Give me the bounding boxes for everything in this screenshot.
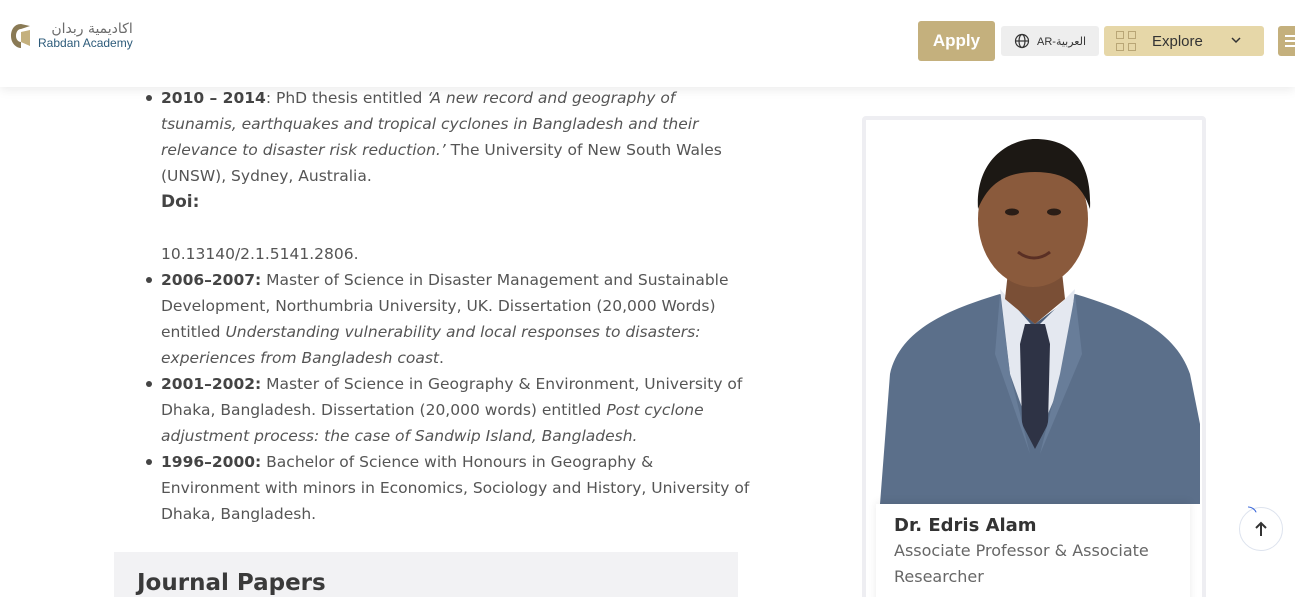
scroll-to-top-button[interactable] bbox=[1239, 506, 1283, 551]
explore-label: Explore bbox=[1152, 32, 1203, 50]
portrait-image bbox=[870, 124, 1200, 504]
apply-button[interactable]: Apply bbox=[918, 21, 995, 61]
education-item: 2006–2007: Master of Science in Disaster… bbox=[146, 267, 751, 371]
logo-english-text: Rabdan Academy bbox=[38, 36, 133, 51]
profile-card: Dr. Edris Alam Associate Professor & Ass… bbox=[862, 116, 1206, 597]
profile-info: Dr. Edris Alam Associate Professor & Ass… bbox=[876, 504, 1190, 597]
globe-icon bbox=[1014, 33, 1030, 49]
journal-papers-heading: Journal Papers bbox=[137, 570, 326, 596]
logo-arabic-text: اكاديمية ربدان bbox=[51, 21, 133, 37]
scroll-progress-ring bbox=[1247, 506, 1257, 513]
profile-name: Dr. Edris Alam bbox=[894, 515, 1037, 536]
hamburger-icon bbox=[1285, 35, 1295, 37]
profile-photo bbox=[870, 124, 1200, 504]
doi-label: Doi: bbox=[161, 192, 200, 212]
menu-button[interactable] bbox=[1278, 26, 1295, 56]
language-switch-button[interactable]: AR-العربية bbox=[1001, 26, 1099, 56]
language-label: AR-العربية bbox=[1036, 35, 1086, 48]
journal-papers-section: Journal Papers bbox=[114, 552, 738, 597]
rabdan-logo[interactable]: اكاديمية ربدان Rabdan Academy bbox=[10, 21, 133, 51]
education-list: 2010 – 2014: PhD thesis entitled ‘A new … bbox=[146, 85, 751, 527]
logo-mark-icon bbox=[11, 24, 30, 49]
site-header: اكاديمية ربدان Rabdan Academy Apply AR-ا… bbox=[0, 0, 1295, 87]
grid-icon bbox=[1116, 31, 1136, 51]
doi-value: 10.13140/2.1.5141.2806. bbox=[161, 245, 359, 263]
education-item: 1996–2000: Bachelor of Science with Hono… bbox=[146, 449, 751, 527]
education-item: 2010 – 2014: PhD thesis entitled ‘A new … bbox=[146, 85, 751, 267]
profile-title: Associate Professor & Associate Research… bbox=[894, 541, 1149, 586]
explore-dropdown[interactable]: Explore bbox=[1104, 26, 1264, 56]
chevron-down-icon bbox=[1231, 37, 1241, 44]
education-item: 2001–2002: Master of Science in Geograph… bbox=[146, 371, 751, 449]
